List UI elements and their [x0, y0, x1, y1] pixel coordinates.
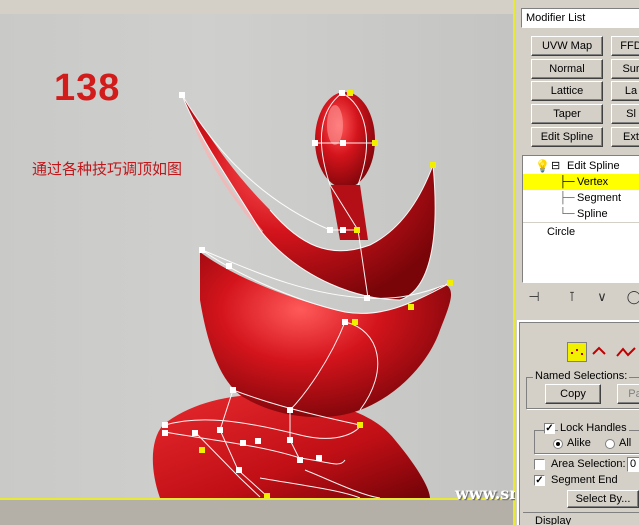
named-selections-label: Named Selections: [533, 370, 630, 382]
select-by-button[interactable]: Select By... [567, 490, 639, 508]
collapse-toggle-icon[interactable]: ⊟ [551, 158, 560, 174]
instruction-caption: 通过各种技巧调顶如图 [32, 160, 183, 178]
modifier-stack[interactable]: 💡 ⊟ Edit Spline ├─ Vertex ├─ Segment └─ … [522, 155, 639, 283]
area-selection-checkbox[interactable] [534, 459, 545, 470]
modifier-button-extrude[interactable]: Ext [611, 127, 639, 147]
modifier-button-lathe[interactable]: La [611, 81, 639, 101]
modifier-list-dropdown[interactable]: Modifier List [521, 8, 639, 28]
stack-subitem-vertex: Vertex [577, 176, 609, 188]
modifier-button-taper[interactable]: Taper [531, 104, 603, 124]
tree-branch-icon: ├─ [559, 192, 575, 204]
modifier-list-label: Modifier List [526, 12, 586, 24]
active-viewport-border [513, 0, 515, 525]
segment-end-checkbox[interactable]: ✓ [534, 475, 545, 486]
alike-label: Alike [567, 437, 591, 449]
spline-mode-icon[interactable] [615, 344, 637, 360]
display-group-label: Display [533, 515, 574, 525]
pin-stack-icon[interactable]: ⊣ [526, 288, 542, 306]
segment-mode-icon[interactable] [591, 344, 613, 360]
all-radio[interactable] [605, 439, 615, 449]
modifier-button-ffd[interactable]: FFD [611, 36, 639, 56]
step-number: 138 [54, 67, 121, 109]
remove-modifier-icon[interactable]: ◯ [626, 288, 639, 306]
alike-radio[interactable] [553, 439, 563, 449]
tree-branch-icon: ├─ [559, 176, 575, 188]
perspective-viewport[interactable]: 138 通过各种技巧调顶如图 www.snren.com [0, 0, 515, 525]
modifier-button-edit-spline[interactable]: Edit Spline [531, 127, 603, 147]
paste-button[interactable]: Pa [617, 384, 639, 404]
lock-handles-checkbox[interactable]: ✓ [544, 423, 555, 434]
viewport-bottom-bar [0, 498, 515, 525]
make-unique-icon[interactable]: ∨ [594, 288, 610, 306]
all-label: All [619, 437, 632, 449]
area-selection-value: 0 [630, 458, 637, 470]
site-watermark: www.snren.com [455, 484, 515, 503]
copy-button[interactable]: Copy [545, 384, 601, 404]
head-highlight [327, 105, 343, 145]
stack-divider [523, 222, 639, 223]
area-selection-input[interactable]: 0 [627, 457, 639, 472]
lightbulb-icon[interactable]: 💡 [535, 158, 550, 174]
stack-item-circle[interactable]: Circle [547, 224, 575, 240]
vertex-mode-icon[interactable] [567, 342, 587, 362]
area-selection-label: Area Selection: [551, 458, 626, 470]
stack-item-edit-spline[interactable]: Edit Spline [567, 158, 620, 174]
stack-subitem-segment-row[interactable]: ├─ Segment [523, 190, 639, 206]
modifier-button-uvw-map[interactable]: UVW Map [531, 36, 603, 56]
modifier-button-lattice[interactable]: Lattice [531, 81, 603, 101]
modify-command-panel: Modifier List UVW Map FFD Normal Sur Lat… [517, 0, 639, 525]
lock-handles-label: Lock Handles [558, 422, 629, 434]
stack-subitem-segment: Segment [577, 192, 622, 204]
modifier-button-surface[interactable]: Sur [611, 59, 639, 79]
segment-end-label: Segment End [551, 474, 618, 486]
stack-subitem-spline-row[interactable]: └─ Spline [523, 206, 639, 222]
stack-subitem-spline: Spline [577, 208, 608, 220]
modifier-button-slice[interactable]: Sl [611, 104, 639, 124]
show-end-result-icon[interactable]: ⊺ [564, 288, 580, 306]
stack-toolbar: ⊣ ⊺ ∨ ◯ [522, 288, 639, 308]
stack-subitem-vertex-row[interactable]: ├─ Vertex [523, 174, 639, 190]
display-divider [523, 512, 639, 513]
modifier-button-normal[interactable]: Normal [531, 59, 603, 79]
tree-branch-icon: └─ [559, 208, 575, 220]
